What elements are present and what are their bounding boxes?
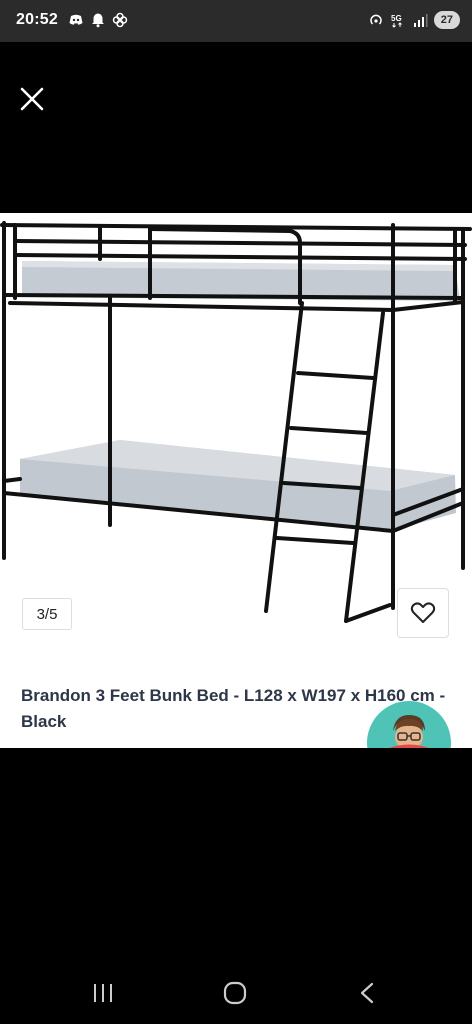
svg-text:5G: 5G [391, 14, 402, 23]
back-icon[interactable] [352, 980, 382, 1006]
screen: 20:52 5G 27 3/5 Brandon 3 Feet Bunk Bed … [0, 0, 472, 1024]
close-icon[interactable] [18, 85, 46, 113]
system-status-icons: 5G 27 [368, 11, 460, 29]
product-card: 3/5 Brandon 3 Feet Bunk Bed - L128 x W19… [0, 213, 472, 748]
image-counter: 3/5 [22, 598, 72, 630]
battery-level: 27 [433, 11, 460, 29]
pinwheel-icon [112, 12, 128, 28]
bell-icon [92, 13, 104, 28]
navigation-bar [0, 962, 472, 1024]
favorite-button[interactable] [397, 588, 449, 638]
discord-icon [69, 14, 83, 25]
signal-icon [413, 14, 428, 27]
5g-icon: 5G [391, 14, 402, 28]
status-time: 20:52 [16, 11, 58, 28]
bunk-bed-image[interactable] [0, 213, 472, 653]
assistant-avatar[interactable] [367, 701, 451, 748]
status-bar: 20:52 5G 27 [0, 0, 472, 42]
recent-apps-icon[interactable] [88, 980, 118, 1006]
notification-icons [68, 12, 128, 28]
heart-icon [410, 602, 436, 623]
home-icon[interactable] [220, 980, 250, 1006]
hotspot-icon [370, 14, 382, 25]
